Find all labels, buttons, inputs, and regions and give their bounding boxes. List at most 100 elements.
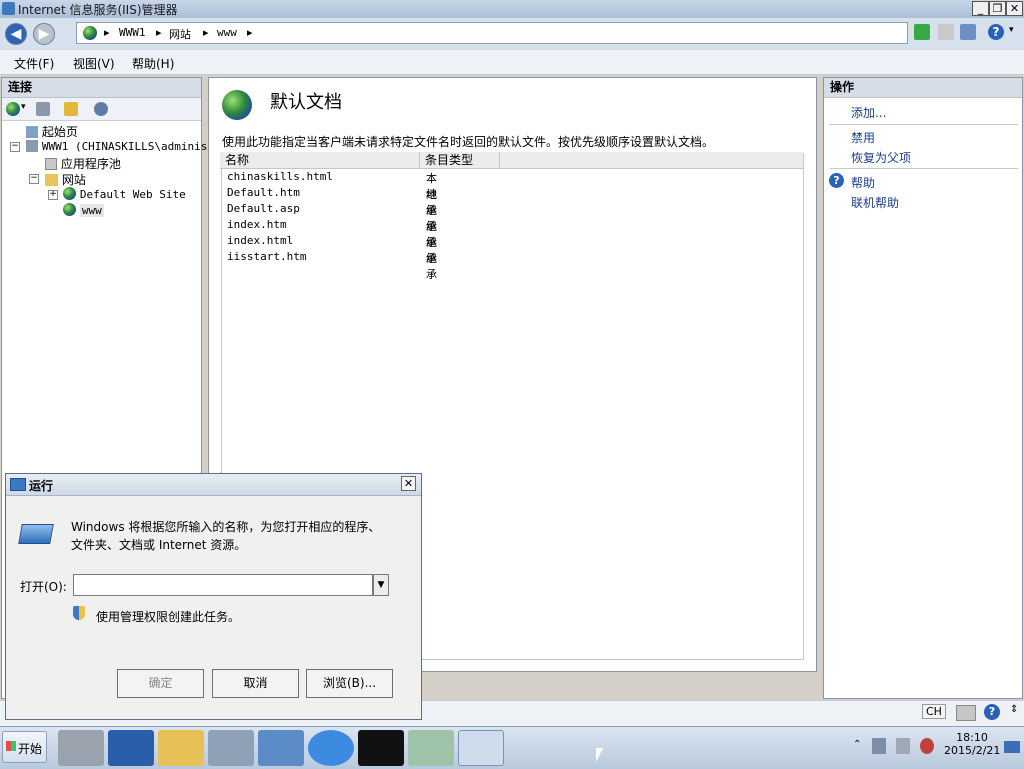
- powershell-icon[interactable]: [108, 730, 154, 766]
- navigation-bar: ◀ ▶ ▸ WWW1 ▸ 网站 ▸ www ▸ ? ▾: [0, 18, 1024, 50]
- connections-toolbar: ▾: [2, 98, 201, 121]
- breadcrumb-www[interactable]: www: [217, 26, 237, 39]
- menu-help[interactable]: 帮助(H): [132, 55, 174, 72]
- window-title: Internet 信息服务(IIS)管理器: [18, 3, 178, 17]
- notepad-icon[interactable]: [408, 730, 454, 766]
- globe-icon: [63, 203, 76, 216]
- collapse-sites-icon[interactable]: −: [29, 174, 39, 184]
- language-indicator[interactable]: CH: [922, 704, 946, 719]
- breadcrumb-arrow: ▸: [247, 26, 253, 39]
- connect-dropdown-icon[interactable]: ▾: [21, 102, 26, 112]
- run-dialog-title: 运行: [29, 479, 54, 493]
- divider: [830, 124, 1018, 125]
- network-icon[interactable]: [896, 738, 910, 754]
- clock-time: 18:10: [956, 731, 988, 744]
- show-desktop-icon[interactable]: [1004, 741, 1020, 753]
- save-icon[interactable]: [36, 102, 50, 116]
- actions-pane: 操作: [823, 77, 1023, 699]
- action-help[interactable]: 帮助: [851, 174, 875, 191]
- breadcrumb-sites[interactable]: 网站: [169, 26, 191, 42]
- run-dialog-close-button[interactable]: ✕: [401, 476, 416, 491]
- table-row[interactable]: index.html 继承: [227, 234, 437, 265]
- column-header-type[interactable]: 条目类型: [420, 152, 500, 168]
- actions-header: 操作: [824, 78, 1022, 98]
- tree-label: 应用程序池: [60, 157, 121, 171]
- internet-explorer-icon[interactable]: [308, 730, 354, 766]
- up-folder-icon[interactable]: [64, 102, 78, 116]
- tree-item-app-pools[interactable]: 应用程序池: [45, 155, 121, 172]
- start-button[interactable]: 开始: [2, 731, 47, 763]
- iis-app-icon: [2, 2, 15, 15]
- forward-button[interactable]: ▶: [33, 23, 55, 45]
- expand-default-site-icon[interactable]: +: [48, 190, 58, 200]
- tree-item-www[interactable]: www: [63, 203, 104, 217]
- column-header-name[interactable]: 名称: [220, 152, 420, 168]
- menu-view[interactable]: 视图(V): [73, 55, 115, 72]
- volume-muted-icon[interactable]: [920, 738, 934, 754]
- table-row[interactable]: index.htm 继承: [227, 218, 437, 249]
- page-description: 使用此功能指定当客户端未请求特定文件名时返回的默认文件。按优先级顺序设置默认文档…: [222, 135, 715, 149]
- language-help-icon[interactable]: ?: [984, 704, 1000, 720]
- open-input[interactable]: [73, 574, 373, 596]
- shield-icon: [73, 606, 85, 620]
- run-icon: [10, 478, 26, 491]
- close-window-button[interactable]: ✕: [1006, 1, 1023, 16]
- run-dialog-task-icon[interactable]: [458, 730, 504, 766]
- cancel-button[interactable]: 取消: [212, 669, 299, 698]
- help-icon[interactable]: ?: [988, 24, 1004, 40]
- divider: [830, 168, 1018, 169]
- maximize-button[interactable]: ❐: [989, 1, 1006, 16]
- row-name: Default.htm: [227, 186, 300, 199]
- keyboard-icon[interactable]: [956, 705, 976, 721]
- iis-manager-icon[interactable]: [208, 730, 254, 766]
- browse-button[interactable]: 浏览(B)...: [306, 669, 393, 698]
- show-hidden-icons[interactable]: ⌃: [853, 739, 861, 750]
- help-dropdown-icon[interactable]: ▾: [1009, 25, 1014, 35]
- folder-icon: [45, 174, 58, 186]
- action-center-flag-icon[interactable]: [872, 738, 886, 754]
- tree-item-start-page[interactable]: 起始页: [26, 123, 78, 140]
- row-name: Default.asp: [227, 202, 300, 215]
- table-row[interactable]: Default.asp 继承: [227, 202, 437, 233]
- clock[interactable]: 18:10 2015/2/21: [944, 731, 1000, 757]
- tree-item-default-web-site[interactable]: Default Web Site: [63, 187, 186, 201]
- explorer-icon[interactable]: [158, 730, 204, 766]
- back-button[interactable]: ◀: [5, 23, 27, 45]
- address-bar[interactable]: ▸ WWW1 ▸ 网站 ▸ www ▸: [76, 22, 908, 44]
- table-row[interactable]: Default.htm 继承: [227, 186, 437, 217]
- command-prompt-icon[interactable]: [358, 730, 404, 766]
- ok-button[interactable]: 确定: [117, 669, 204, 698]
- tree-item-server[interactable]: WWW1 (CHINASKILLS\administ: [26, 139, 214, 153]
- refresh-icon[interactable]: [914, 24, 930, 40]
- breadcrumb-server[interactable]: WWW1: [119, 26, 146, 39]
- start-label: 开始: [18, 742, 43, 756]
- tree-label: 起始页: [41, 125, 78, 139]
- collapse-server-icon[interactable]: −: [10, 142, 20, 152]
- connect-icon[interactable]: [6, 102, 20, 116]
- open-dropdown-button[interactable]: ▼: [373, 574, 389, 596]
- menu-file[interactable]: 文件(F): [14, 55, 54, 72]
- minimize-button[interactable]: _: [972, 1, 989, 16]
- table-row[interactable]: iisstart.htm 继承: [227, 250, 437, 281]
- disconnect-icon[interactable]: [94, 102, 108, 116]
- action-disable[interactable]: 禁用: [851, 129, 875, 146]
- language-options-icon[interactable]: ⇕: [1010, 704, 1018, 715]
- tree-item-sites[interactable]: 网站: [45, 171, 86, 188]
- home-icon[interactable]: [960, 24, 976, 40]
- globe-icon: [83, 26, 97, 40]
- action-online-help[interactable]: 联机帮助: [851, 194, 899, 211]
- table-row[interactable]: chinaskills.html 本地: [227, 170, 437, 201]
- stop-icon[interactable]: [938, 24, 954, 40]
- row-name: index.htm: [227, 218, 287, 231]
- breadcrumb-arrow: ▸: [203, 26, 209, 39]
- action-add[interactable]: 添加...: [851, 104, 886, 121]
- admin-note: 使用管理权限创建此任务。: [96, 610, 241, 624]
- action-revert[interactable]: 恢复为父项: [851, 149, 911, 166]
- tree-label: 网站: [61, 173, 86, 187]
- control-panel-icon[interactable]: [258, 730, 304, 766]
- default-document-icon: [222, 90, 252, 120]
- windows-logo-icon: [6, 741, 16, 751]
- breadcrumb-arrow: ▸: [104, 26, 110, 39]
- server-manager-icon[interactable]: [58, 730, 104, 766]
- open-label: 打开(O):: [20, 580, 67, 594]
